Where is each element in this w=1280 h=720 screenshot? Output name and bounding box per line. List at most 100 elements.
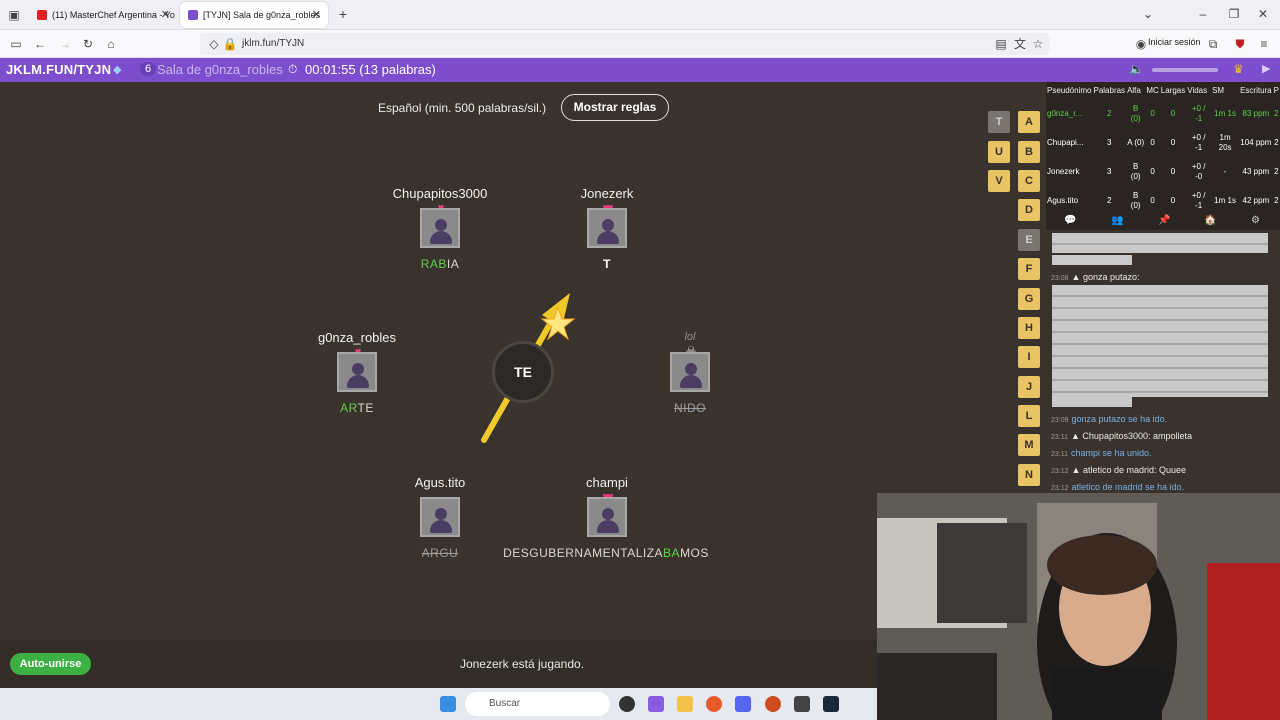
youtube-icon bbox=[37, 10, 47, 20]
room-code[interactable]: JKLM.FUN/TYJN bbox=[6, 62, 111, 77]
room-name: Sala de g0nza_robles bbox=[157, 62, 283, 77]
account-icon[interactable]: ◉ bbox=[1133, 36, 1149, 52]
gear-icon[interactable]: ⚙ bbox=[1251, 215, 1260, 226]
scoreboard-cell: 0 bbox=[1150, 108, 1155, 118]
scoreboard-cell: 1m 1s bbox=[1214, 108, 1236, 118]
scoreboard-cell: A (0) bbox=[1127, 137, 1145, 147]
scoreboard-cell[interactable]: Agus.tito bbox=[1046, 186, 1092, 212]
scoreboard-cell: B (0) bbox=[1130, 103, 1141, 123]
scoreboard-cell: 0 bbox=[1150, 195, 1155, 205]
scoreboard-row: Jonezerk 3 B (0) 0 0 +0 / -0 - 43 ppm 2 bbox=[1046, 157, 1280, 186]
col-header[interactable]: SM bbox=[1211, 82, 1239, 99]
crown-icon[interactable]: ♛ bbox=[1233, 62, 1244, 76]
home-icon[interactable]: ⌂ bbox=[103, 36, 119, 52]
scoreboard-cell: 2 bbox=[1107, 108, 1112, 118]
avatar bbox=[587, 497, 627, 537]
taskbar-search[interactable]: Buscar bbox=[465, 692, 610, 716]
maximize-icon[interactable]: ❐ bbox=[1226, 6, 1242, 22]
reload-icon[interactable]: ↻ bbox=[80, 36, 96, 52]
scoreboard-cell: 0 bbox=[1170, 108, 1176, 118]
col-header[interactable]: Palabras bbox=[1092, 82, 1126, 99]
back-icon[interactable]: ← bbox=[32, 36, 48, 52]
volume-icon[interactable]: 🔈 bbox=[1129, 62, 1144, 76]
scoreboard-cell: +0 / -0 bbox=[1191, 161, 1206, 181]
scoreboard: Pseudónimo Palabras Alfa MC Largas Vidas… bbox=[1046, 82, 1280, 212]
player-word: T bbox=[603, 257, 611, 271]
scoreboard-cell: 83 ppm bbox=[1242, 108, 1270, 118]
tab-masterchef[interactable]: (11) MasterChef Argentina - Yo ✕ bbox=[29, 2, 177, 28]
pin-icon[interactable]: 📌 bbox=[1158, 215, 1170, 226]
lock-icon[interactable]: 🔒 bbox=[222, 36, 238, 52]
col-header[interactable]: Vidas bbox=[1186, 82, 1211, 99]
windows-start-icon[interactable] bbox=[440, 696, 456, 712]
scoreboard-cell: 0 bbox=[1150, 166, 1155, 176]
translate-icon[interactable]: 文 bbox=[1012, 36, 1028, 52]
signin-label[interactable]: Iniciar sesión bbox=[1148, 37, 1201, 47]
scoreboard-cell: 2 bbox=[1274, 137, 1279, 147]
address-bar[interactable]: jklm.fun/TYJN bbox=[200, 33, 1050, 55]
new-tab-icon[interactable]: + bbox=[335, 6, 351, 22]
game-header-bar: JKLM.FUN/TYJN ◆ 6 Sala de g0nza_robles ⏱… bbox=[0, 58, 1280, 82]
shield-icon[interactable]: ◇ bbox=[206, 36, 222, 52]
folder-icon[interactable] bbox=[677, 696, 693, 712]
col-header[interactable]: Largas bbox=[1160, 82, 1186, 99]
sidebar-icon[interactable]: ▭ bbox=[8, 36, 24, 52]
menu-icon[interactable]: ≡ bbox=[1256, 36, 1272, 52]
bonus-letter: V bbox=[988, 170, 1010, 192]
chevron-down-icon[interactable]: ⌄ bbox=[1140, 6, 1156, 22]
people-icon[interactable]: 👥 bbox=[1111, 215, 1123, 226]
discord-icon[interactable] bbox=[735, 696, 751, 712]
scoreboard-cell: +0 / -1 bbox=[1191, 132, 1206, 152]
tab-list-icon[interactable]: ▣ bbox=[6, 7, 22, 23]
scoreboard-cell[interactable]: Chupapi... bbox=[1046, 128, 1092, 157]
scoreboard-row: g0nza_r... 2 B (0) 0 0 +0 / -1 1m 1s 83 ppm 2 bbox=[1046, 99, 1280, 128]
extensions-icon[interactable]: ⧉ bbox=[1205, 36, 1221, 52]
brave-icon[interactable] bbox=[765, 696, 781, 712]
close-tab-icon[interactable]: ✕ bbox=[312, 8, 321, 21]
chat-message: 23:12 ▲ atletico de madrid: Quuee bbox=[1051, 465, 1187, 475]
scoreboard-cell: 2 bbox=[1274, 166, 1279, 176]
collapse-sidebar-icon[interactable]: ▶ bbox=[1262, 62, 1270, 75]
bookmark-star-icon[interactable]: ☆ bbox=[1030, 36, 1046, 52]
scoreboard-cell: 0 bbox=[1170, 166, 1176, 176]
ublock-icon[interactable]: ⛊ bbox=[1232, 36, 1248, 52]
app-icon[interactable] bbox=[794, 696, 810, 712]
steam-icon[interactable] bbox=[823, 696, 839, 712]
game-area bbox=[0, 82, 877, 688]
close-window-icon[interactable]: ✕ bbox=[1255, 6, 1271, 22]
player-name: Chupapitos3000 bbox=[392, 186, 488, 201]
copilot-icon[interactable] bbox=[648, 696, 664, 712]
forward-icon[interactable]: → bbox=[57, 36, 73, 52]
house-icon[interactable]: 🏠 bbox=[1204, 215, 1216, 226]
chat-message: 23:08 ▲ gonza putazo: bbox=[1051, 272, 1140, 282]
auto-join-button[interactable]: Auto-unirse bbox=[10, 653, 91, 675]
player-name: Jonezerk bbox=[580, 186, 634, 201]
scoreboard-cell: 2 bbox=[1274, 195, 1279, 205]
tab-jklm[interactable]: [TYJN] Sala de g0nza_robles ✕ bbox=[180, 2, 328, 28]
col-header[interactable]: MC bbox=[1145, 82, 1159, 99]
chat-message: 23:11 champi se ha unido. bbox=[1051, 448, 1152, 458]
minimize-icon[interactable]: – bbox=[1195, 6, 1211, 22]
scoreboard-row: Chupapi... 3 A (0) 0 0 +0 / -1 1m 20s 104 ppm 2 bbox=[1046, 128, 1280, 157]
col-header[interactable]: Pseudónimo bbox=[1046, 82, 1092, 99]
firefox-icon[interactable] bbox=[706, 696, 722, 712]
bonus-letter: N bbox=[1018, 464, 1040, 486]
scoreboard-cell[interactable]: Jonezerk bbox=[1046, 157, 1092, 186]
scoreboard-cell: 104 ppm bbox=[1240, 137, 1272, 147]
scoreboard-cell: 0 bbox=[1170, 137, 1176, 147]
col-header[interactable]: Alfa bbox=[1126, 82, 1145, 99]
col-header[interactable]: P bbox=[1273, 82, 1280, 99]
scoreboard-cell: 0 bbox=[1170, 195, 1176, 205]
player-name: champi bbox=[586, 475, 628, 490]
bonus-letter: T bbox=[988, 111, 1010, 133]
chat-bubble-icon[interactable]: 💬 bbox=[1064, 215, 1076, 226]
reader-mode-icon[interactable]: ▤ bbox=[993, 36, 1009, 52]
close-tab-icon[interactable]: ✕ bbox=[161, 8, 170, 21]
scoreboard-cell[interactable]: g0nza_r... bbox=[1046, 99, 1092, 128]
volume-slider[interactable] bbox=[1152, 68, 1218, 72]
scoreboard-cell: - bbox=[1223, 166, 1227, 176]
avatar bbox=[337, 352, 377, 392]
show-rules-button[interactable]: Mostrar reglas bbox=[561, 94, 669, 121]
col-header[interactable]: Escritura bbox=[1239, 82, 1273, 99]
app-icon[interactable] bbox=[619, 696, 635, 712]
